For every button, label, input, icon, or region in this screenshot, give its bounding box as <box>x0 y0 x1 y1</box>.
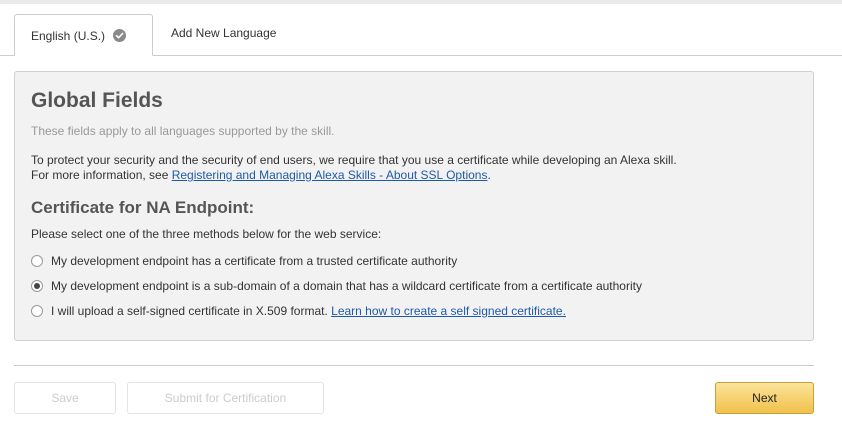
tab-add-new-language-label: Add New Language <box>171 26 277 40</box>
save-button[interactable]: Save <box>14 382 116 414</box>
radio-self-signed-label: I will upload a self-signed certificate … <box>51 304 332 318</box>
certificate-section-description: Please select one of the three methods b… <box>31 227 382 241</box>
more-info-text: For more information, see Registering an… <box>31 168 491 182</box>
certificate-option-trusted[interactable]: My development endpoint has a certificat… <box>31 253 457 269</box>
certificate-option-wildcard[interactable]: My development endpoint is a sub-domain … <box>31 278 642 294</box>
radio-trusted-ca[interactable] <box>31 255 43 267</box>
more-info-suffix: . <box>487 168 491 182</box>
tab-english-us[interactable]: English (U.S.) <box>14 14 153 56</box>
next-button[interactable]: Next <box>715 382 814 414</box>
radio-wildcard-label: My development endpoint is a sub-domain … <box>51 279 642 293</box>
tab-add-new-language[interactable]: Add New Language <box>171 14 276 52</box>
global-fields-panel: Global Fields These fields apply to all … <box>14 71 814 341</box>
certificate-section-title: Certificate for NA Endpoint: <box>31 198 255 217</box>
submit-for-certification-button[interactable]: Submit for Certification <box>127 382 324 414</box>
top-strip <box>0 0 842 4</box>
security-text: To protect your security and the securit… <box>31 153 677 167</box>
radio-wildcard[interactable] <box>31 280 43 292</box>
check-circle-icon <box>113 28 127 42</box>
tab-english-us-label: English (U.S.) <box>31 29 106 43</box>
global-fields-note: These fields apply to all languages supp… <box>31 124 335 138</box>
language-tabs: English (U.S.) Add New Language <box>0 14 842 56</box>
radio-trusted-ca-label: My development endpoint has a certificat… <box>51 254 458 268</box>
certificate-option-self-signed[interactable]: I will upload a self-signed certificate … <box>31 303 566 319</box>
footer-divider <box>14 365 814 366</box>
page-title: Global Fields <box>31 89 163 112</box>
self-signed-help-link[interactable]: Learn how to create a self signed certif… <box>331 304 566 318</box>
ssl-options-link[interactable]: Registering and Managing Alexa Skills - … <box>172 168 488 182</box>
more-info-prefix: For more information, see <box>31 168 172 182</box>
radio-self-signed[interactable] <box>31 305 43 317</box>
